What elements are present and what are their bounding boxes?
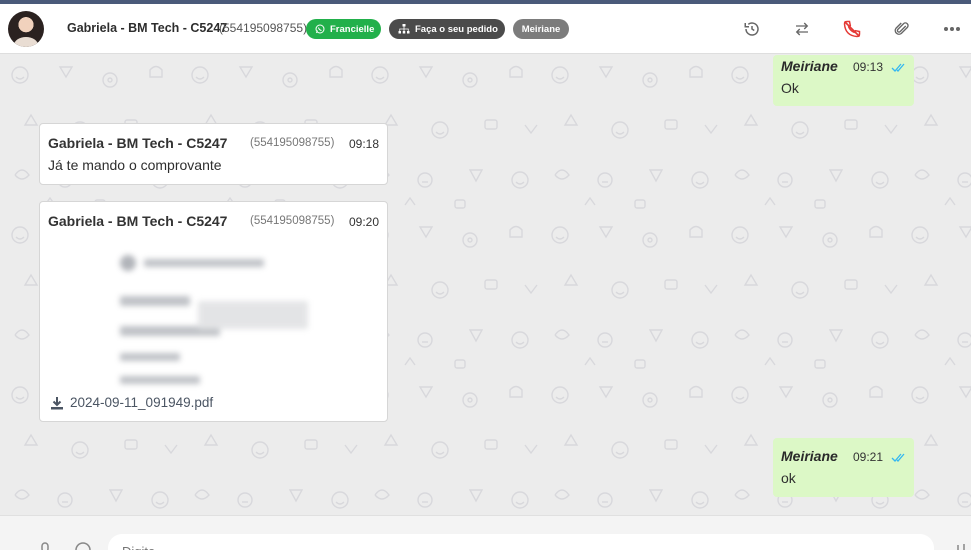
message-time: 09:13 [853,60,884,74]
avatar[interactable] [8,11,44,47]
contact-name[interactable]: Gabriela - BM Tech - C5247 [67,21,227,35]
message-sender: Meiriane [781,58,838,74]
tag-label: Francielle [330,23,375,35]
chat-header: Gabriela - BM Tech - C5247 (554195098755… [0,4,971,54]
more-options-icon[interactable] [940,17,964,41]
chat-area[interactable]: Meiriane 09:13 Ok Gabriela - BM Tech - C… [0,55,971,515]
message-time: 09:18 [349,137,380,151]
contact-phone: (554195098755) [219,21,308,35]
read-receipt-icon [891,453,905,462]
message-sender: Gabriela - BM Tech - C5247 [48,213,228,229]
tag-label: Meiriane [521,23,561,35]
message-input-container[interactable] [108,534,934,550]
message-incoming[interactable]: Gabriela - BM Tech - C5247 (554195098755… [39,123,388,185]
tag-meiriane[interactable]: Meiriane [513,19,569,39]
tag-francielle[interactable]: Francielle [306,19,381,39]
message-text: Já te mando o comprovante [48,157,222,173]
microphone-icon[interactable] [36,541,54,550]
message-text: Ok [781,80,799,96]
message-sender-phone: (554195098755) [250,215,335,227]
message-sender: Meiriane [781,448,838,464]
document-preview[interactable] [108,241,320,391]
attachment-filename: 2024-09-11_091949.pdf [70,395,214,410]
attachment-download-link[interactable]: 2024-09-11_091949.pdf [50,395,213,410]
history-icon[interactable] [740,17,764,41]
message-time: 09:20 [349,215,380,229]
end-call-icon[interactable] [840,17,864,41]
message-incoming-attachment[interactable]: Gabriela - BM Tech - C5247 (554195098755… [39,201,388,422]
message-text: ok [781,470,796,486]
message-outgoing[interactable]: Meiriane 09:21 ok [773,438,914,497]
read-receipt-icon [891,63,905,72]
message-sender-phone: (554195098755) [250,137,335,149]
whatsapp-icon [315,24,325,34]
transfer-icon[interactable] [790,17,814,41]
message-time: 09:21 [853,450,884,464]
sitemap-icon [398,24,410,34]
attach-file-icon[interactable] [952,541,970,550]
tag-faca-o-seu-pedido[interactable]: Faça o seu pedido [389,19,505,39]
paperclip-icon[interactable] [890,17,914,41]
message-outgoing[interactable]: Meiriane 09:13 Ok [773,55,914,106]
download-icon [51,396,63,409]
message-input[interactable] [108,534,934,550]
composer-bar [0,515,971,550]
emoji-icon[interactable] [74,541,92,550]
message-sender: Gabriela - BM Tech - C5247 [48,135,228,151]
tag-label: Faça o seu pedido [415,23,498,35]
